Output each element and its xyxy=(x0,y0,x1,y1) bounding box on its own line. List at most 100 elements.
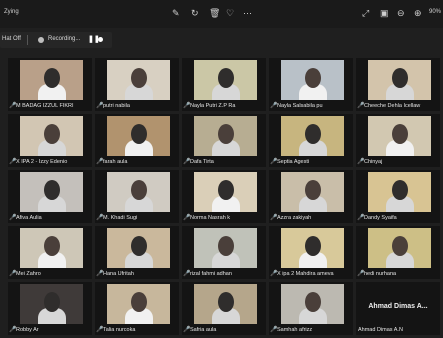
participant-placeholder-name: Ahmad Dimas A... xyxy=(368,303,428,310)
participant-video xyxy=(20,228,83,268)
participant-head xyxy=(392,124,408,144)
participant-head xyxy=(44,68,60,88)
participant-tile[interactable]: 🎤 Dandy Syaifa xyxy=(356,170,440,223)
participant-tile[interactable]: 🎤 Robby Ar xyxy=(8,282,92,335)
participant-video xyxy=(20,172,83,212)
participant-head xyxy=(131,68,147,88)
participant-tile[interactable]: 🎤 putri nabila xyxy=(95,58,179,111)
participant-name: Robby Ar xyxy=(16,327,39,333)
participant-video xyxy=(194,172,257,212)
participant-name: putri nabila xyxy=(103,103,130,109)
participant-tile[interactable]: 🎤 Chinyaj xyxy=(356,114,440,167)
participant-video xyxy=(368,116,431,156)
participant-head xyxy=(44,180,60,200)
participant-video xyxy=(107,172,170,212)
fit-icon[interactable]: ▣ xyxy=(380,8,389,18)
participant-name: Nayla Salsabila pu xyxy=(277,103,323,109)
participant-head xyxy=(131,236,147,256)
participant-video xyxy=(107,116,170,156)
participant-head xyxy=(131,292,147,312)
participant-tile[interactable]: 🎤 hedi nurhana xyxy=(356,226,440,279)
zoom-in-icon[interactable]: ⊕ xyxy=(414,8,422,18)
recording-label: Recording... xyxy=(48,36,81,42)
participant-head xyxy=(218,292,234,312)
participant-name: Ahmad Dimas A.N xyxy=(358,327,403,333)
participant-name: Nayla Putri Z.P Ra xyxy=(190,103,236,109)
participant-head xyxy=(305,180,321,200)
heart-icon[interactable]: ♡ xyxy=(226,8,234,18)
participant-name: rizal fahmi adhan xyxy=(190,271,232,277)
edit-icon[interactable]: ✎ xyxy=(172,8,180,18)
participant-video xyxy=(281,116,344,156)
participant-tile[interactable]: 🎤 rizal fahmi adhan xyxy=(182,226,266,279)
participant-tile[interactable]: 🎤 M BADAG IZZUL FIKRI xyxy=(8,58,92,111)
participant-tile[interactable]: 🎤 farah aula xyxy=(95,114,179,167)
participant-head xyxy=(305,68,321,88)
participant-head xyxy=(218,180,234,200)
participant-video xyxy=(281,284,344,324)
participant-name: Septia Agesti xyxy=(277,159,310,165)
participant-name: Norma Nasrah k xyxy=(190,215,231,221)
more-icon[interactable]: ⋯ xyxy=(243,8,252,18)
participant-tile[interactable]: 🎤 Nayla Salsabila pu xyxy=(269,58,353,111)
participant-tile[interactable]: 🎤 Hana Ufritah xyxy=(95,226,179,279)
participant-name: Talia nurcoka xyxy=(103,327,136,333)
record-icon xyxy=(38,37,44,43)
participant-tile[interactable]: 🎤 Safria aula xyxy=(182,282,266,335)
participant-video xyxy=(107,284,170,324)
participant-tile[interactable]: 🎤 X ipa 2 Mahdira ameva xyxy=(269,226,353,279)
participant-head xyxy=(131,124,147,144)
participant-video xyxy=(194,116,257,156)
participant-name: Dandy Syaifa xyxy=(364,215,397,221)
participant-name: Afiva Aulia xyxy=(16,215,42,221)
participant-name: hedi nurhana xyxy=(364,271,397,277)
participant-video xyxy=(368,172,431,212)
zoom-level: 90% xyxy=(428,9,441,15)
participant-name: Safria aula xyxy=(190,327,217,333)
participant-tile[interactable]: 🎤 Samhah afrizz xyxy=(269,282,353,335)
participant-name: Azzra zakiyah xyxy=(277,215,312,221)
participant-tile[interactable]: 🎤 Norma Nasrah k xyxy=(182,170,266,223)
participant-name: X IPA 2 - Izzy Edenio xyxy=(16,159,68,165)
participant-video xyxy=(20,60,83,100)
participant-tile[interactable]: 🎤 Talia nurcoka xyxy=(95,282,179,335)
participant-video xyxy=(368,60,431,100)
trash-icon[interactable]: 🗑 xyxy=(209,8,220,18)
participant-head xyxy=(392,68,408,88)
participant-video xyxy=(281,60,344,100)
participant-name: Cheeche Dehla Icellaw xyxy=(364,103,421,109)
participant-video xyxy=(281,228,344,268)
participant-video xyxy=(194,228,257,268)
rotate-icon[interactable]: ↻ xyxy=(191,8,199,18)
zoom-out-icon[interactable]: ⊖ xyxy=(397,8,405,18)
participant-tile[interactable]: 🎤 Mei Zahro xyxy=(8,226,92,279)
participant-tile[interactable]: 🎤 Azzra zakiyah xyxy=(269,170,353,223)
participant-head xyxy=(392,236,408,256)
participant-name: Mei Zahro xyxy=(16,271,41,277)
participant-name: Hana Ufritah xyxy=(103,271,134,277)
participant-video xyxy=(107,228,170,268)
participant-tile[interactable]: 🎤 Dafa Tirta xyxy=(182,114,266,167)
participant-tile[interactable]: 🎤 Cheeche Dehla Icellaw xyxy=(356,58,440,111)
participant-video xyxy=(20,284,83,324)
participant-tile[interactable]: 🎤 Nayla Putri Z.P Ra xyxy=(182,58,266,111)
participant-tile[interactable]: 🎤 Septia Agesti xyxy=(269,114,353,167)
participant-head xyxy=(131,180,147,200)
participant-name: Chinyaj xyxy=(364,159,383,165)
participant-name: farah aula xyxy=(103,159,128,165)
participant-tile[interactable]: Ahmad Dimas A... Ahmad Dimas A.N xyxy=(356,282,440,335)
participant-video xyxy=(194,60,257,100)
stop-icon[interactable] xyxy=(98,37,103,42)
expand-icon[interactable]: ⤢ xyxy=(362,8,369,18)
participant-head xyxy=(305,124,321,144)
participant-video xyxy=(194,284,257,324)
participant-video xyxy=(20,116,83,156)
participant-name: M BADAG IZZUL FIKRI xyxy=(16,103,74,109)
participant-video xyxy=(107,60,170,100)
participant-tile[interactable]: 🎤 M. Khadi Sugi xyxy=(95,170,179,223)
participant-tile[interactable]: 🎤 X IPA 2 - Izzy Edenio xyxy=(8,114,92,167)
participant-grid: 🎤 M BADAG IZZUL FIKRI 🎤 putri nabila 🎤 Nayla … xyxy=(8,58,441,335)
participant-name: Dafa Tirta xyxy=(190,159,214,165)
participant-tile[interactable]: 🎤 Afiva Aulia xyxy=(8,170,92,223)
recording-divider xyxy=(27,35,28,45)
